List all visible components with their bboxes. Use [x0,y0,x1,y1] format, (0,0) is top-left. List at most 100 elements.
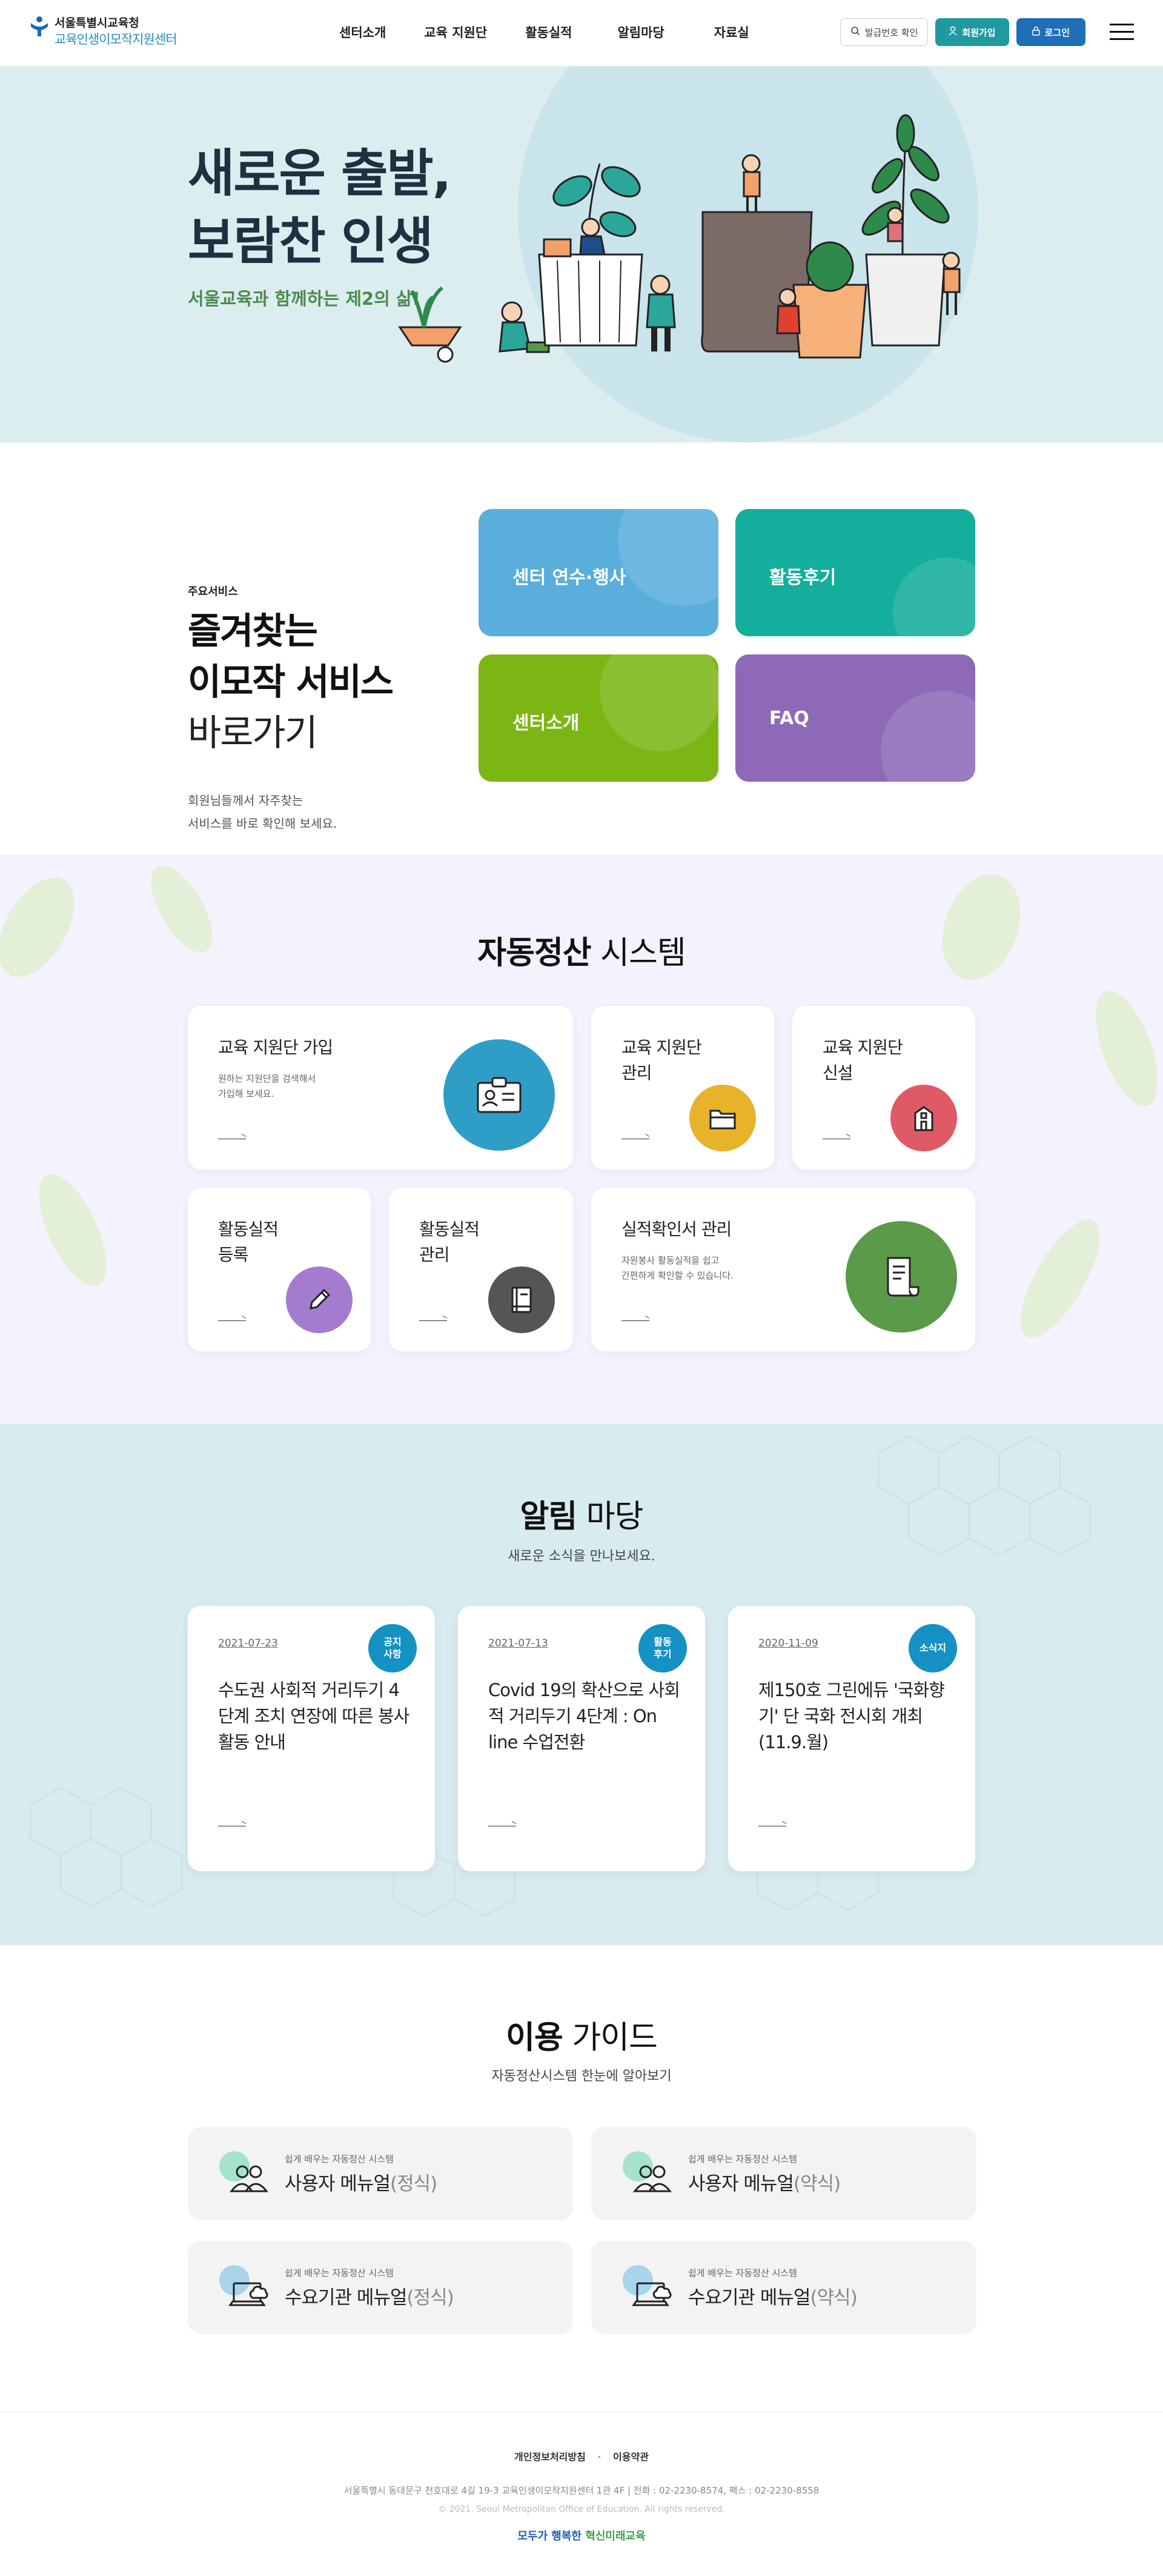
guide-card-small-text: 쉽게 배우는 자동정산 시스템 [688,2154,797,2165]
usage-guide-section: 이용 가이드 자동정산시스템 한눈에 알아보기 쉽게 배우는 자동정산 시스템 … [0,1945,1163,2412]
notice-date: 2021-07-13 [488,1637,548,1649]
footer-copyright: © 2021. Seoul Metropolitan Office of Edu… [438,2504,725,2514]
footer-address: 서울특별시 동대문구 천호대로 4길 19-3 교육인생이모작지원센터 1관 4… [343,2485,820,2496]
laptop-cloud-icon [228,2282,268,2306]
footer-slogan: 모두가 행복한 혁신미래교육 [517,2530,646,2543]
service-tile-label: 활동후기 [769,567,837,588]
guide-card-small-text: 쉽게 배우는 자동정산 시스템 [285,2268,394,2278]
guide-card-org-manual-full[interactable]: 쉽게 배우는 자동정산 시스템 수요기관 메뉴얼(정식) [188,2241,573,2334]
arrow-right-icon [823,1136,850,1142]
logo-center-name: 교육인생이모작지원센터 [55,32,177,47]
terms-link[interactable]: 이용약관 [613,2451,649,2463]
arrow-right-icon [218,1317,246,1323]
privacy-policy-link[interactable]: 개인정보처리방침 [514,2451,586,2463]
guide-card-small-text: 쉽게 배우는 자동정산 시스템 [688,2268,797,2278]
notice-card[interactable]: 2021-07-23 공지 사항 수도권 사회적 거리두기 4단계 조치 연장에 … [188,1606,435,1871]
arrow-right-icon [758,1823,786,1829]
services-label: 주요서비스 [188,585,238,598]
kneeling-person-illustration [499,301,550,353]
card-register-activity[interactable]: 활동실적 등록 [188,1188,371,1351]
seoul-education-logo-icon [29,16,50,38]
card-title: 교육 지원단 관리 [621,1037,702,1083]
search-icon [850,26,860,38]
notice-title: 알림 마당 [520,1499,644,1535]
card-create-support-team[interactable]: 교육 지원단 신설 [792,1006,975,1170]
nav-item-center-intro[interactable]: 센터소개 [339,23,386,41]
login-button[interactable]: 로그인 [1016,18,1085,46]
card-manage-certificate[interactable]: 실적확인서 관리 자원봉사 활동실적을 쉽고 간편하게 확인할 수 있습니다. [591,1188,975,1351]
notice-date: 2020-11-09 [758,1637,818,1649]
service-tile-center-training[interactable]: 센터 연수·행사 [479,509,718,636]
guide-card-title: 사용자 메뉴얼(약식) [688,2173,841,2195]
card-title: 활동실적 관리 [419,1219,480,1265]
card-title: 교육 지원단 신설 [823,1037,903,1083]
notice-section: 알림 마당 새로운 소식을 만나보세요. 2021-07-23 공지 사항 수도권… [0,1424,1163,1945]
service-tile-faq[interactable]: FAQ [735,654,975,782]
guide-card-title: 수요기관 메뉴얼(약식) [688,2287,858,2309]
card-manage-activity[interactable]: 활동실적 관리 [389,1188,573,1351]
main-services-section: 주요서비스 즐겨찾는 이모작 서비스 바로가기 회원님들께서 자주찾는 서비스를… [0,442,1163,854]
card-manage-support-team[interactable]: 교육 지원단 관리 [591,1006,774,1170]
nav-item-notice-board[interactable]: 알림마당 [617,23,664,41]
guide-card-user-manual-full[interactable]: 쉽게 배우는 자동정산 시스템 사용자 메뉴얼(정식) [188,2127,573,2220]
pencil-icon [286,1266,353,1333]
site-logo[interactable]: 서울특별시교육청 교육인생이모작지원센터 [29,16,177,48]
login-label: 로그인 [1044,27,1070,38]
notice-card[interactable]: 2021-07-13 활동 후기 Covid 19의 확산으로 사회적 거리두기 … [458,1606,705,1871]
card-description: 원하는 지원단을 검색해서 가입해 보세요. [218,1073,316,1099]
logo-org-name: 서울특별시교육청 [55,16,139,30]
auto-settlement-section: 자동정산 시스템 교육 지원단 가입 원하는 지원단을 검색해서 가입해 보세요.… [0,854,1163,1424]
standing-woman-illustration [646,275,676,351]
service-tile-center-intro[interactable]: 센터소개 [479,654,718,782]
dotted-pot-illustration [861,114,961,347]
notice-subtitle: 새로운 소식을 만나보세요. [508,1549,655,1564]
services-description: 회원님들께서 자주찾는 서비스를 바로 확인해 보세요. [188,793,337,831]
card-description: 자원봉사 활동실적을 쉽고 간편하게 확인할 수 있습니다. [621,1255,734,1281]
notice-card[interactable]: 2020-11-09 소식지 제150호 그린에듀 '국화향기' 단 국화 전시… [728,1606,975,1871]
service-tile-label: FAQ [769,708,809,729]
main-nav: 센터소개 교육 지원단 활동실적 알림마당 자료실 [339,23,749,41]
footer-link-separator: · [597,2451,601,2463]
issue-number-check-button[interactable]: 발급번호 확인 [840,18,929,46]
notice-title-text: Covid 19의 확산으로 사회적 거리두기 4단계 : On line 수업… [488,1680,680,1752]
users-icon [229,2165,269,2192]
guide-card-small-text: 쉽게 배우는 자동정산 시스템 [285,2154,394,2165]
hero-subtitle: 서울교육과 함께하는 제2의 삶! [188,288,420,309]
guide-card-title: 수요기관 메뉴얼(정식) [285,2287,454,2309]
guide-card-user-manual-short[interactable]: 쉽게 배우는 자동정산 시스템 사용자 메뉴얼(약식) [591,2127,976,2220]
notice-category-badge: 활동 후기 [638,1624,687,1672]
nav-item-education-support[interactable]: 교육 지원단 [424,23,487,41]
notice-title-text: 수도권 사회적 거리두기 4단계 조치 연장에 따른 봉사활동 안내 [218,1680,409,1752]
hero-banner: 새로운 출발, 보람찬 인생 서울교육과 함께하는 제2의 삶! [0,67,1163,442]
arrow-right-icon [218,1136,246,1142]
wheelbarrow-illustration [398,286,462,363]
nav-item-activity-record[interactable]: 활동실적 [525,23,572,41]
site-footer: 개인정보처리방침 · 이용약관 서울특별시 동대문구 천호대로 4길 19-3 … [0,2412,1163,2546]
laptop-cloud-icon [632,2282,672,2306]
card-title: 활동실적 등록 [218,1219,279,1265]
footer-links: 개인정보처리방침 · 이용약관 [0,2449,1163,2463]
service-tile-label: 센터 연수·행사 [512,567,626,588]
card-join-support-team[interactable]: 교육 지원단 가입 원하는 지원단을 검색해서 가입해 보세요. [188,1006,573,1170]
arrow-right-icon [621,1136,649,1142]
hamburger-menu-icon[interactable] [1110,24,1134,41]
nav-item-resources[interactable]: 자료실 [714,23,749,41]
certificate-icon [846,1221,957,1333]
notice-title-text: 제150호 그린에듀 '국화향기' 단 국화 전시회 개최(11.9.월) [758,1680,945,1752]
notice-date: 2021-07-23 [218,1637,278,1649]
guide-card-org-manual-short[interactable]: 쉽게 배우는 자동정산 시스템 수요기관 메뉴얼(약식) [591,2241,976,2334]
signup-label: 회원가입 [962,27,996,38]
notice-category-badge: 공지 사항 [368,1624,417,1672]
user-icon [949,26,957,38]
service-tile-activity-review[interactable]: 활동후기 [735,509,975,636]
hero-illustration [398,114,961,363]
users-icon [632,2165,672,2192]
id-card-icon [443,1039,555,1151]
building-icon [890,1085,957,1151]
notice-category-badge: 소식지 [909,1624,957,1672]
book-icon [488,1266,555,1333]
guide-title: 이용 가이드 [506,2020,658,2056]
service-tile-label: 센터소개 [512,713,580,734]
signup-button[interactable]: 회원가입 [935,18,1009,46]
arrow-right-icon [621,1317,649,1323]
